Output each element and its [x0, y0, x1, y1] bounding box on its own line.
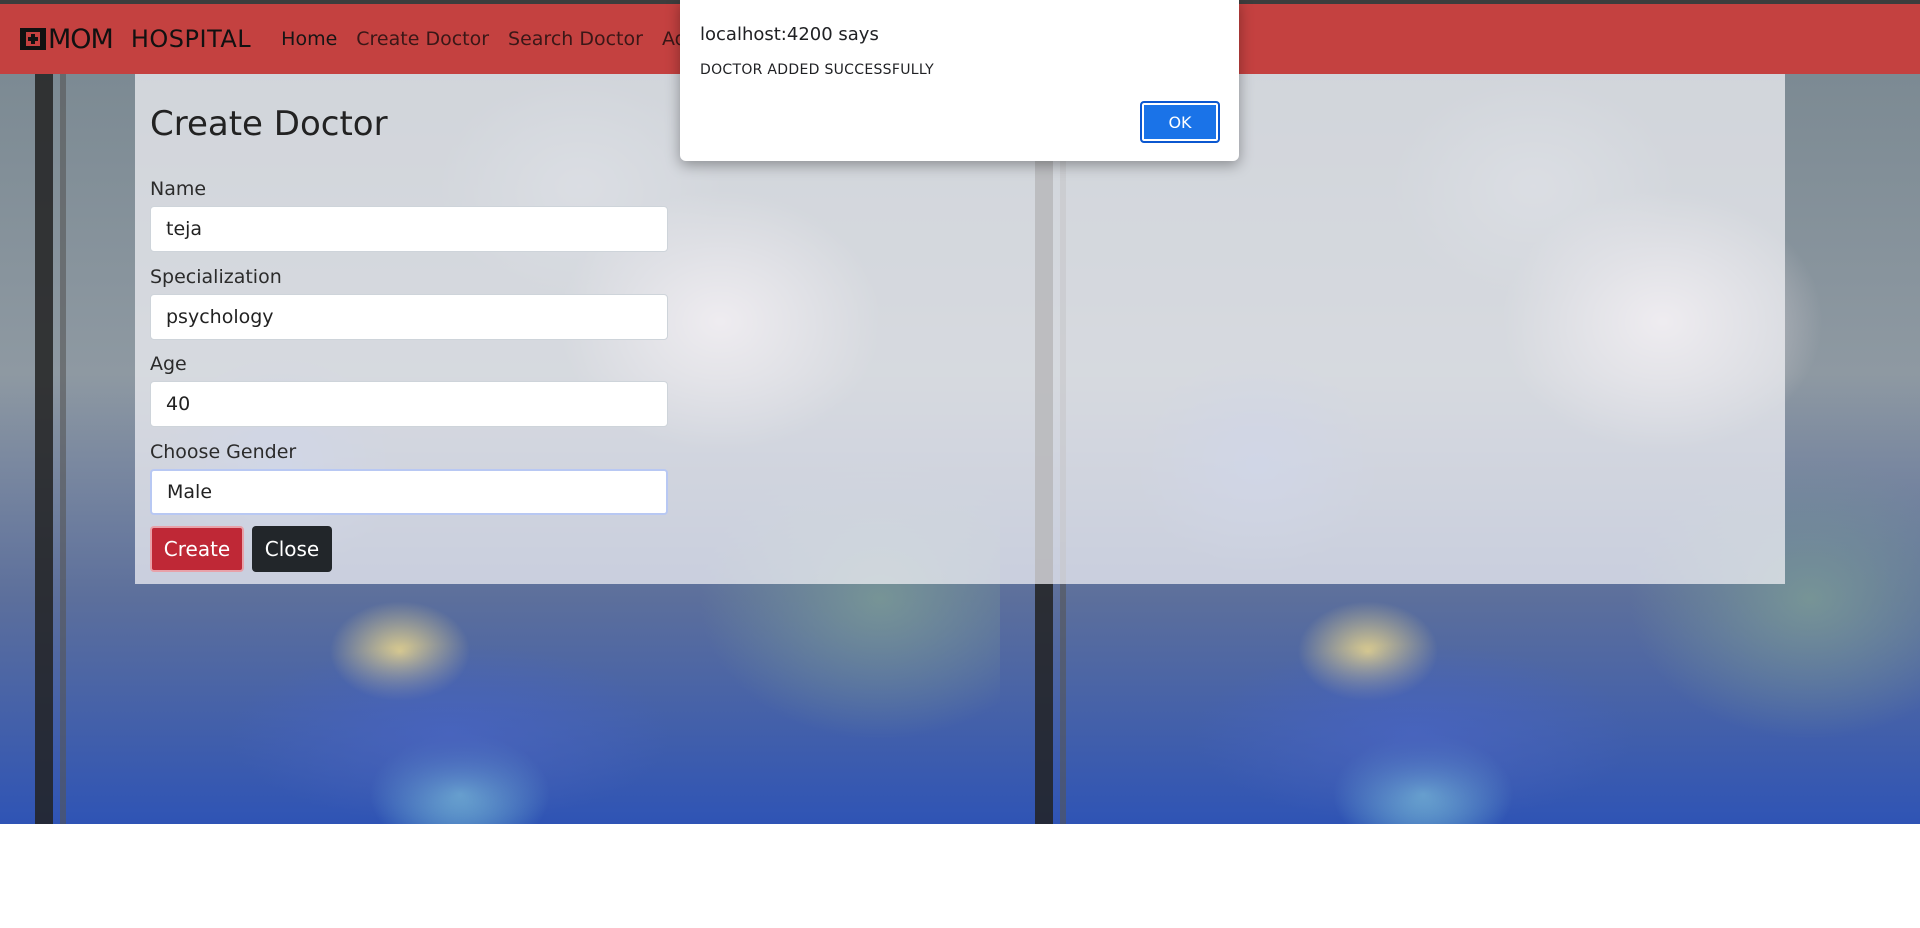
age-field[interactable]: 40 — [150, 381, 668, 427]
nav-search-doctor[interactable]: Search Doctor — [508, 28, 643, 50]
nav-home[interactable]: Home — [281, 28, 337, 50]
gender-select[interactable]: Male — [150, 469, 668, 515]
age-label: Age — [150, 353, 187, 375]
alert-dialog: localhost:4200 says DOCTOR ADDED SUCCESS… — [680, 0, 1239, 161]
brand-name: HOSPITAL — [130, 25, 252, 53]
nav-links: Home Create Doctor Search Doctor Adm — [281, 28, 719, 50]
gender-label: Choose Gender — [150, 441, 297, 463]
brand[interactable]: MOM HOSPITAL — [20, 24, 251, 55]
brand-logo: MOM — [20, 23, 114, 55]
name-label: Name — [150, 178, 207, 200]
nav-create-doctor[interactable]: Create Doctor — [356, 28, 489, 50]
page-title: Create Doctor — [150, 104, 388, 144]
alert-ok-button[interactable]: OK — [1140, 101, 1220, 143]
specialization-label: Specialization — [150, 266, 282, 288]
name-field[interactable]: teja — [150, 206, 668, 252]
brand-logo-text: MOM — [48, 23, 114, 55]
specialization-field[interactable]: psychology — [150, 294, 668, 340]
medical-cross-icon — [20, 28, 46, 50]
alert-title: localhost:4200 says — [700, 24, 879, 45]
close-button[interactable]: Close — [252, 526, 332, 572]
alert-message: DOCTOR ADDED SUCCESSFULLY — [700, 62, 934, 78]
iv-pole-shadow — [60, 74, 66, 824]
create-button[interactable]: Create — [150, 526, 244, 572]
iv-pole — [35, 74, 53, 824]
